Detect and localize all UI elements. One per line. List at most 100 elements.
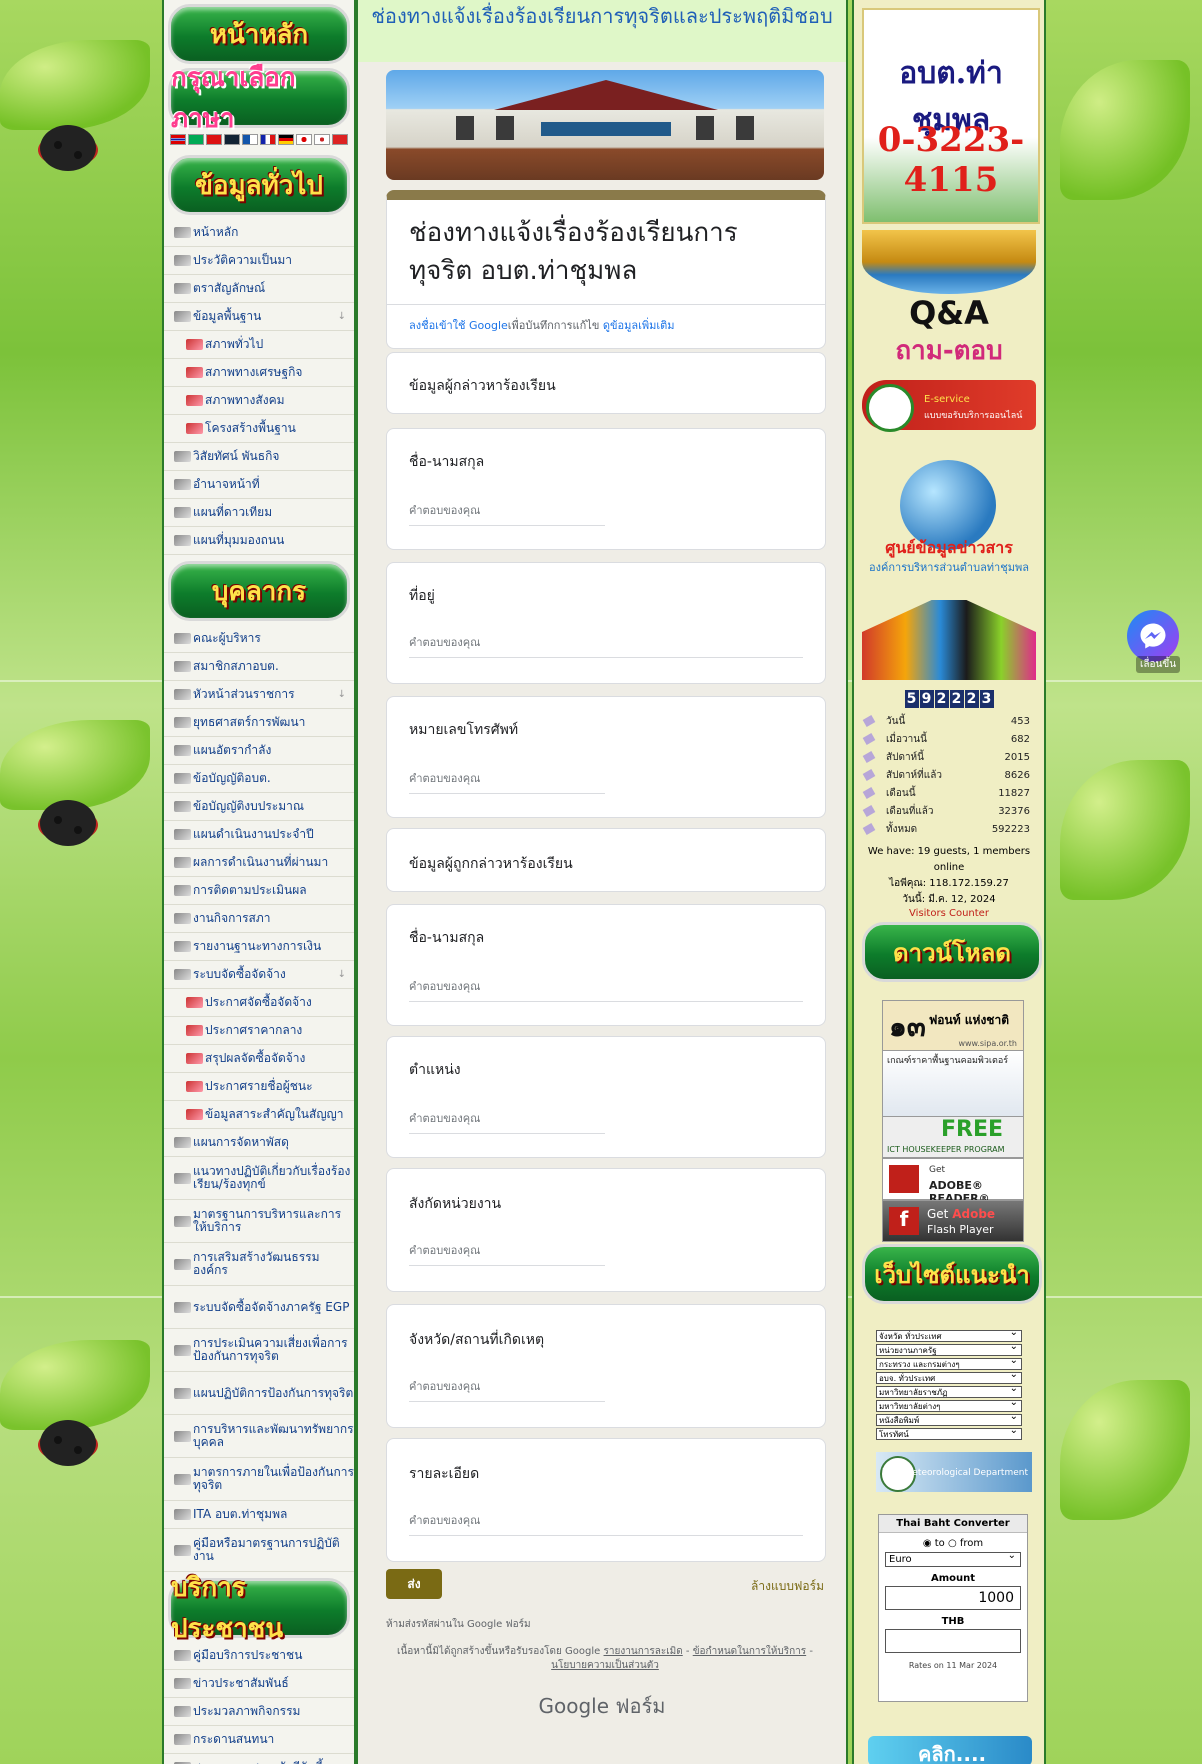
flag-japan-icon[interactable] (296, 134, 312, 145)
website-select[interactable]: โทรทัศน์ (876, 1425, 1022, 1440)
menu-item[interactable]: สภาพอากาศรายวันรีวันนี้ (164, 1754, 354, 1764)
menu-item[interactable]: สมาชิกสภาอบต. (164, 653, 354, 681)
menu-item[interactable]: แนวทางปฏิบัติเกี่ยวกับเรื่องร้องเรียน/ร้… (164, 1157, 354, 1200)
info-center-banner[interactable]: ศูนย์ข้อมูลข่าวสาร องค์การบริหารส่วนตำบล… (862, 450, 1036, 590)
flag-saudi-icon[interactable] (188, 134, 204, 145)
click-banner[interactable]: คลิก.... (868, 1736, 1032, 1764)
website-select[interactable]: หนังสือพิมพ์ (876, 1411, 1022, 1426)
menu-item[interactable]: ระบบจัดซื้อจัดจ้างภาครัฐ EGP (164, 1286, 354, 1329)
menu-item[interactable]: อำนาจหน้าที่ (164, 471, 354, 499)
messenger-button[interactable] (1127, 610, 1179, 662)
website-select[interactable]: หน่วยงานภาครัฐ (876, 1341, 1022, 1356)
computer-price-link[interactable]: เกณฑ์ราคาพื้นฐานคอมพิวเตอร์ (882, 1050, 1024, 1118)
expand-arrow-icon[interactable]: ↓ (338, 311, 346, 322)
website-select[interactable]: มหาวิทยาลัยต่างๆ (876, 1397, 1022, 1412)
menu-item[interactable]: ประกาศรายชื่อผู้ชนะ (164, 1073, 354, 1101)
magazines-image[interactable] (862, 600, 1036, 680)
privacy-link[interactable]: นโยบายความเป็นส่วนตัว (551, 1660, 659, 1671)
ict-housekeeper-download[interactable]: FREE ICT HOUSEKEEPER PROGRAM (882, 1116, 1024, 1158)
menu-item[interactable]: สภาพทางสังคม (164, 387, 354, 415)
flag-korea-icon[interactable] (314, 134, 330, 145)
to-radio[interactable]: ◉ (923, 1538, 932, 1549)
menu-item[interactable]: กระดานสนทนา (164, 1726, 354, 1754)
flag-china-icon[interactable] (206, 134, 222, 145)
terms-link[interactable]: ข้อกำหนดในการให้บริการ (693, 1646, 806, 1657)
menu-item[interactable]: แผนอัตรากำลัง (164, 737, 354, 765)
flag-thai-icon[interactable] (170, 134, 186, 145)
name-input[interactable]: คำตอบของคุณ (409, 501, 605, 526)
qa-banner[interactable]: Q&A ถาม-ตอบ (862, 230, 1036, 366)
amount-input[interactable]: 1000 (885, 1586, 1021, 1610)
report-abuse-link[interactable]: รายงานการละเมิด (604, 1646, 683, 1657)
menu-item[interactable]: รายงานฐานะทางการเงิน (164, 933, 354, 961)
menu-item[interactable]: แผนที่ดาวเทียม (164, 499, 354, 527)
expand-arrow-icon[interactable]: ↓ (338, 969, 346, 980)
flag-philippines-icon[interactable] (242, 134, 258, 145)
menu-item[interactable]: การติดตามประเมินผล (164, 877, 354, 905)
menu-item[interactable]: แผนปฏิบัติการป้องกันการทุจริต (164, 1372, 354, 1415)
menu-item[interactable]: หน้าหลัก (164, 219, 354, 247)
menu-item[interactable]: ประกาศราคากลาง (164, 1017, 354, 1045)
phone-input[interactable]: คำตอบของคุณ (409, 769, 605, 794)
menu-item[interactable]: ระบบจัดซื้อจัดจ้าง ↓ (164, 961, 354, 989)
address-input[interactable]: คำตอบของคุณ (409, 633, 803, 658)
website-select[interactable]: จังหวัด ทั่วประเทศ (876, 1327, 1022, 1342)
menu-item[interactable]: ตราสัญลักษณ์ (164, 275, 354, 303)
menu-item[interactable]: แผนการจัดหาพัสดุ (164, 1129, 354, 1157)
menu-item[interactable]: มาตรฐานการบริหารและการให้บริการ (164, 1200, 354, 1243)
menu-item[interactable]: ข้อบัญญัติงบประมาณ (164, 793, 354, 821)
website-select[interactable]: อบจ. ทั่วประเทศ (876, 1369, 1022, 1384)
detail-input[interactable]: คำตอบของคุณ (409, 1511, 803, 1536)
tmd-banner[interactable]: Thai Meteorological Department (876, 1452, 1032, 1492)
province-input[interactable]: คำตอบของคุณ (409, 1377, 605, 1402)
menu-item[interactable]: คู่มือหรือมาตรฐานการปฏิบัติงาน (164, 1529, 354, 1572)
flag-uk-icon[interactable] (224, 134, 240, 145)
menu-item[interactable]: ประวัติความเป็นมา (164, 247, 354, 275)
menu-item[interactable]: แผนดำเนินงานประจำปี (164, 821, 354, 849)
menu-item[interactable]: คณะผู้บริหาร (164, 625, 354, 653)
scroll-up-button[interactable]: เลื่อนขึ้น (1136, 656, 1181, 673)
more-info-link[interactable]: ดูข้อมูลเพิ่มเติม (603, 319, 675, 332)
eservice-banner[interactable]: E-service แบบขอรับบริการออนไลน์ (862, 380, 1036, 432)
menu-item[interactable]: ประมวลภาพกิจกรรม (164, 1698, 354, 1726)
menu-item[interactable]: การบริหารและพัฒนาทรัพยากรบุคคล (164, 1415, 354, 1458)
menu-item[interactable]: ประกาศจัดซื้อจัดจ้าง (164, 989, 354, 1017)
accused-name-input[interactable]: คำตอบของคุณ (409, 977, 803, 1002)
from-radio[interactable]: ○ (948, 1538, 957, 1549)
menu-item[interactable]: ยุทธศาสตร์การพัฒนา (164, 709, 354, 737)
position-input[interactable]: คำตอบของคุณ (409, 1109, 605, 1134)
menu-item[interactable]: แผนที่มุมมองถนน (164, 527, 354, 555)
menu-item[interactable]: คู่มือบริการประชาชน (164, 1642, 354, 1670)
flag-france-icon[interactable] (260, 134, 276, 145)
menu-item[interactable]: โครงสร้างพื้นฐาน (164, 415, 354, 443)
menu-item[interactable]: ข้อมูลสาระสำคัญในสัญญา (164, 1101, 354, 1129)
menu-item[interactable]: สภาพทางเศรษฐกิจ (164, 359, 354, 387)
clear-form-button[interactable]: ล้างแบบฟอร์ม (751, 1577, 824, 1596)
website-select[interactable]: มหาวิทยาลัยราชภัฏ (876, 1383, 1022, 1398)
adobe-reader-download[interactable]: Get ADOBE® READER® (882, 1158, 1024, 1205)
menu-item[interactable]: ข่าวประชาสัมพันธ์ (164, 1670, 354, 1698)
home-header-button[interactable]: หน้าหลัก (168, 4, 350, 64)
flash-player-download[interactable]: f Get Adobe Flash Player (882, 1200, 1024, 1242)
menu-item[interactable]: ข้อมูลพื้นฐาน ↓ (164, 303, 354, 331)
menu-item[interactable]: สรุปผลจัดซื้อจัดจ้าง (164, 1045, 354, 1073)
menu-item[interactable]: ผลการดำเนินงานที่ผ่านมา (164, 849, 354, 877)
expand-arrow-icon[interactable]: ↓ (338, 689, 346, 700)
submit-button[interactable]: ส่ง (386, 1569, 442, 1599)
menu-item[interactable]: การประเมินความเสี่ยงเพื่อการป้องกันการทุ… (164, 1329, 354, 1372)
menu-item[interactable]: ข้อบัญญัติอบต. (164, 765, 354, 793)
flag-germany-icon[interactable] (278, 134, 294, 145)
website-select[interactable]: กระทรวง และกรมต่างๆ (876, 1355, 1022, 1370)
agency-input[interactable]: คำตอบของคุณ (409, 1241, 605, 1266)
menu-item[interactable]: มาตรการภายในเพื่อป้องกันการทุจริต (164, 1458, 354, 1501)
menu-item[interactable]: งานกิจการสภา (164, 905, 354, 933)
signin-link[interactable]: ลงชื่อเข้าใช้ Google (409, 319, 508, 332)
menu-item[interactable]: วิสัยทัศน์ พันธกิจ (164, 443, 354, 471)
menu-item[interactable]: ITA อบต.ท่าชุมพล (164, 1501, 354, 1529)
currency-select[interactable]: Euro (885, 1550, 1021, 1567)
menu-item[interactable]: หัวหน้าส่วนราชการ ↓ (164, 681, 354, 709)
flag-vietnam-icon[interactable] (332, 134, 348, 145)
thb-output[interactable] (885, 1629, 1021, 1653)
visitors-counter-link[interactable]: Visitors Counter (862, 908, 1036, 919)
national-font-download[interactable]: ๑๓ ฟอนท์ แห่งชาติ www.sipa.or.th (882, 1000, 1024, 1052)
